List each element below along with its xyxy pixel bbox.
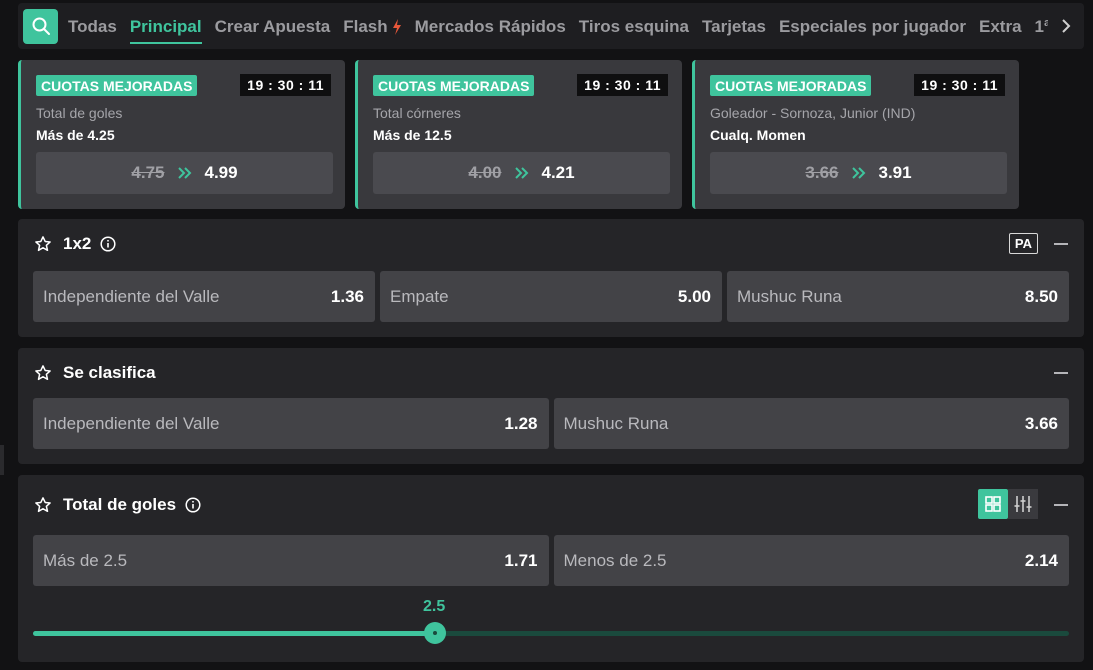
double-chevron-icon — [514, 167, 528, 179]
star-icon[interactable] — [34, 496, 52, 514]
promo-market: Total córneres — [373, 105, 461, 121]
odds-value: 1.36 — [330, 286, 364, 306]
odds-value: 1.71 — [504, 550, 538, 570]
slider-value-label: 2.5 — [423, 598, 446, 615]
odds-button[interactable]: Menos de 2.5 2.14 — [553, 535, 1069, 586]
odds-button[interactable]: Independiente del Valle 1.36 — [33, 271, 375, 322]
old-odd: 3.66 — [805, 163, 839, 182]
boosted-odds-card[interactable]: CUOTAS MEJORADAS 19 : 30 : 11 Goleador -… — [692, 60, 1019, 209]
market-tabbar: Todas Principal Crear Apuesta Flash Merc… — [18, 3, 1084, 49]
market-total-goles: Total de goles Más de 2.5 1.71 Menos de 2… — [18, 475, 1084, 662]
market-title: Total de goles — [63, 495, 177, 514]
old-odd: 4.00 — [468, 163, 502, 182]
promo-selection: Más de 4.25 — [36, 127, 115, 143]
tab-principal[interactable]: Principal — [129, 5, 202, 47]
odds-value: 3.66 — [1024, 413, 1058, 433]
edge-mark — [0, 445, 4, 475]
goal-line-slider[interactable] — [33, 622, 1069, 644]
boosted-badge: CUOTAS MEJORADAS — [373, 75, 535, 96]
tab-list: Todas Principal Crear Apuesta Flash Merc… — [68, 5, 1053, 47]
view-toggle — [978, 489, 1038, 519]
tab-mercados-rapidos[interactable]: Mercados Rápidos — [415, 5, 566, 47]
selection-name: Empate — [390, 286, 449, 306]
promo-odds-button[interactable]: 3.66 3.91 — [710, 152, 1007, 194]
collapse-icon[interactable] — [1054, 243, 1068, 245]
boosted-odd: 4.99 — [204, 163, 238, 182]
odds-button[interactable]: Empate 5.00 — [380, 271, 722, 322]
countdown-timer: 19 : 30 : 11 — [577, 74, 668, 96]
boosted-odds-row: CUOTAS MEJORADAS 19 : 30 : 11 Total de g… — [18, 60, 1019, 209]
slider-view-button[interactable] — [1008, 489, 1038, 519]
old-odd: 4.75 — [131, 163, 165, 182]
selection-name: Más de 2.5 — [43, 550, 128, 570]
tabs-next-button[interactable] — [1048, 3, 1084, 49]
info-icon[interactable] — [185, 497, 201, 513]
odds-row: Independiente del Valle 1.28 Mushuc Runa 3… — [33, 398, 1069, 449]
market-title: 1x2 — [63, 234, 92, 253]
odds-button[interactable]: Independiente del Valle 1.28 — [33, 398, 549, 449]
market-1x2: 1x2 PA Independiente del Valle 1.36 Empat… — [18, 219, 1084, 337]
countdown-timer: 19 : 30 : 11 — [240, 74, 331, 96]
market-se-clasifica: Se clasifica Independiente del Valle 1.28… — [18, 348, 1084, 464]
promo-selection: Cualq. Momen — [710, 127, 806, 143]
odds-button[interactable]: Mushuc Runa 3.66 — [553, 398, 1069, 449]
promo-selection: Más de 12.5 — [373, 127, 452, 143]
collapse-icon[interactable] — [1054, 504, 1068, 506]
promo-market: Total de goles — [36, 105, 123, 121]
promo-odds-button[interactable]: 4.00 4.21 — [373, 152, 670, 194]
odds-row: Más de 2.5 1.71 Menos de 2.5 2.14 — [33, 535, 1069, 586]
boosted-odd: 3.91 — [878, 163, 912, 182]
pa-badge[interactable]: PA — [1008, 233, 1038, 254]
boosted-odds-card[interactable]: CUOTAS MEJORADAS 19 : 30 : 11 Total de g… — [18, 60, 345, 209]
market-header[interactable]: 1x2 — [34, 219, 116, 269]
double-chevron-icon — [177, 167, 191, 179]
tab-extra[interactable]: Extra — [979, 5, 1022, 47]
odds-row: Independiente del Valle 1.36 Empate 5.00 M… — [33, 271, 1069, 322]
odds-button[interactable]: Más de 2.5 1.71 — [33, 535, 549, 586]
star-icon[interactable] — [34, 364, 52, 382]
odds-value: 8.50 — [1024, 286, 1058, 306]
slider-thumb[interactable] — [423, 622, 446, 644]
double-chevron-icon — [851, 167, 865, 179]
chevron-right-icon — [1062, 19, 1071, 33]
market-title: Se clasifica — [63, 363, 156, 382]
promo-odds-button[interactable]: 4.75 4.99 — [36, 152, 333, 194]
market-header[interactable]: Se clasifica — [34, 348, 156, 398]
tab-especiales-jugador[interactable]: Especiales por jugador — [779, 5, 966, 47]
selection-name: Independiente del Valle — [43, 413, 220, 433]
slider-fill — [33, 631, 435, 636]
selection-name: Mushuc Runa — [737, 286, 842, 306]
star-icon[interactable] — [34, 235, 52, 253]
tab-todas[interactable]: Todas — [68, 5, 117, 47]
promo-market: Goleador - Sornoza, Junior (IND) — [710, 105, 916, 121]
tab-tarjetas[interactable]: Tarjetas — [702, 5, 766, 47]
odds-value: 5.00 — [677, 286, 711, 306]
search-button[interactable] — [23, 8, 58, 44]
selection-name: Independiente del Valle — [43, 286, 220, 306]
sliders-icon — [1014, 496, 1032, 512]
tab-crear-apuesta[interactable]: Crear Apuesta — [215, 5, 331, 47]
grid-icon — [985, 496, 1001, 512]
collapse-icon[interactable] — [1054, 372, 1068, 374]
countdown-timer: 19 : 30 : 11 — [914, 74, 1005, 96]
info-icon[interactable] — [100, 236, 116, 252]
selection-name: Menos de 2.5 — [563, 550, 667, 570]
search-icon — [32, 17, 50, 35]
tab-flash[interactable]: Flash — [343, 5, 401, 47]
odds-button[interactable]: Mushuc Runa 8.50 — [727, 271, 1069, 322]
selection-name: Mushuc Runa — [563, 413, 669, 433]
market-header[interactable]: Total de goles — [34, 475, 201, 535]
odds-value: 2.14 — [1024, 550, 1058, 570]
grid-view-button[interactable] — [978, 489, 1008, 519]
boosted-badge: CUOTAS MEJORADAS — [710, 75, 872, 96]
boosted-odds-card[interactable]: CUOTAS MEJORADAS 19 : 30 : 11 Total córn… — [355, 60, 682, 209]
tab-tiros-esquina[interactable]: Tiros esquina — [579, 5, 689, 47]
boosted-odd: 4.21 — [541, 163, 575, 182]
lightning-icon — [392, 19, 402, 35]
boosted-badge: CUOTAS MEJORADAS — [36, 75, 198, 96]
odds-value: 1.28 — [504, 413, 538, 433]
